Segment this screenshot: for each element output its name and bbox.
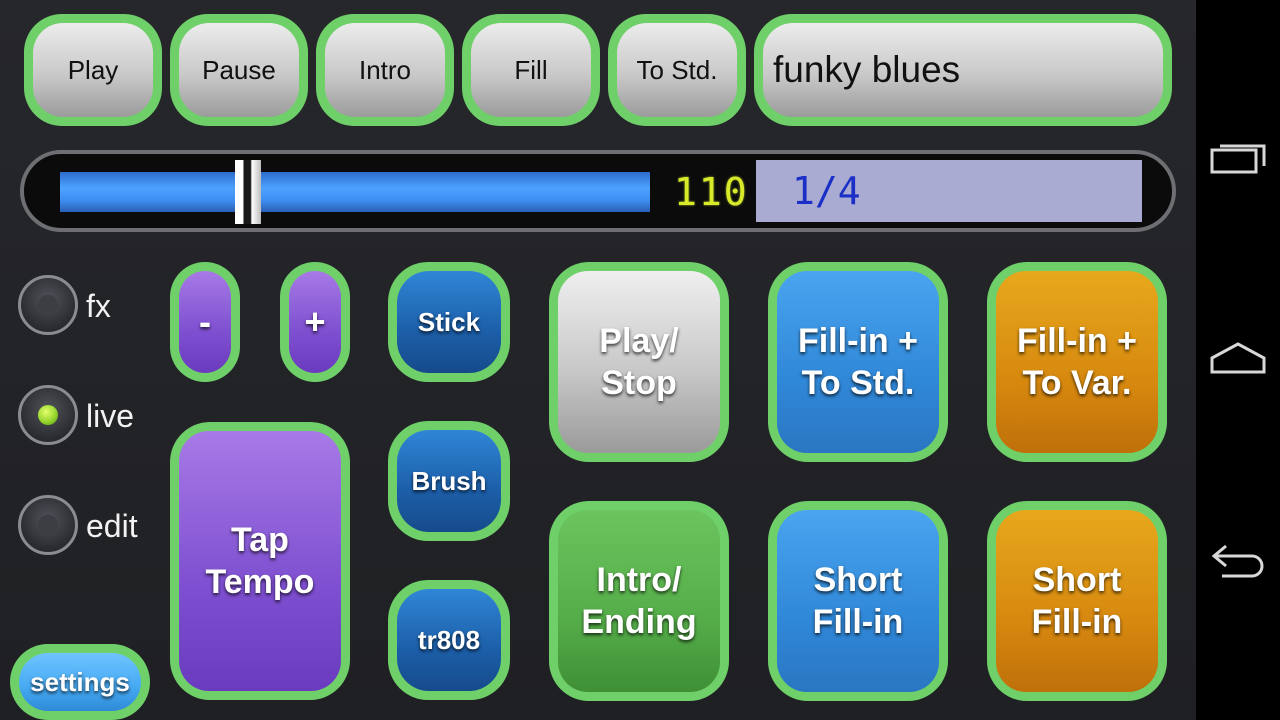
- beat-display: 1/4: [756, 160, 1142, 222]
- style-name: funky blues: [763, 23, 1163, 117]
- edit-radio[interactable]: [18, 495, 78, 555]
- tap-tempo-line2: Tempo: [205, 563, 315, 601]
- edit-radio-indicator: [38, 515, 58, 535]
- play-button[interactable]: Play: [24, 14, 162, 126]
- play-button-label: Play: [33, 23, 153, 117]
- short-fill-in-var-face: Short Fill-in: [996, 510, 1158, 692]
- drum-machine-app: Play Pause Intro Fill To Std. funky blue…: [0, 0, 1196, 720]
- intro-button-label: Intro: [325, 23, 445, 117]
- fill-in-to-std-line2: To Std.: [801, 364, 915, 402]
- pause-button[interactable]: Pause: [170, 14, 308, 126]
- live-radio-indicator: [38, 405, 58, 425]
- back-button[interactable]: [1196, 520, 1280, 600]
- back-icon: [1211, 544, 1264, 578]
- tempo-slider-thumb[interactable]: [235, 160, 261, 224]
- brush-label: Brush: [397, 430, 501, 532]
- tap-tempo-line1: Tap: [231, 521, 289, 559]
- play-stop-pad[interactable]: Play/ Stop: [549, 262, 729, 462]
- brush-kit-button[interactable]: Brush: [388, 421, 510, 541]
- play-stop-line1: Play/: [599, 322, 679, 360]
- home-button[interactable]: [1196, 320, 1280, 400]
- intro-ending-line1: Intro/: [596, 561, 682, 599]
- home-icon: [1210, 342, 1266, 374]
- tr808-kit-button[interactable]: tr808: [388, 580, 510, 700]
- short-fill-in-var-line2: Fill-in: [1031, 603, 1123, 641]
- fx-radio[interactable]: [18, 275, 78, 335]
- fill-button[interactable]: Fill: [462, 14, 600, 126]
- intro-ending-line2: Ending: [581, 603, 697, 641]
- intro-ending-pad[interactable]: Intro/ Ending: [549, 501, 729, 701]
- beat-position: 1/4: [792, 169, 861, 213]
- play-stop-line2: Stop: [601, 364, 677, 402]
- fill-in-to-std-pad[interactable]: Fill-in + To Std.: [768, 262, 948, 462]
- settings-button[interactable]: settings: [10, 644, 150, 720]
- tempo-bar: 110 1/4: [20, 150, 1176, 232]
- stick-kit-button[interactable]: Stick: [388, 262, 510, 382]
- recent-apps-icon: [1210, 144, 1266, 174]
- fill-in-to-var-pad[interactable]: Fill-in + To Var.: [987, 262, 1167, 462]
- style-selector[interactable]: funky blues: [754, 14, 1172, 126]
- fx-radio-indicator: [38, 295, 58, 315]
- fx-label: fx: [86, 288, 111, 324]
- tr808-label: tr808: [397, 589, 501, 691]
- tempo-plus-label: +: [289, 271, 341, 373]
- short-fill-in-std-line2: Fill-in: [812, 603, 904, 641]
- pause-button-label: Pause: [179, 23, 299, 117]
- play-stop-face: Play/ Stop: [558, 271, 720, 453]
- edit-label: edit: [86, 508, 138, 544]
- fill-button-label: Fill: [471, 23, 591, 117]
- to-std-button-label: To Std.: [617, 23, 737, 117]
- tempo-minus-label: -: [179, 271, 231, 373]
- system-navigation-bar: [1196, 0, 1280, 720]
- bpm-display: 110: [674, 170, 749, 214]
- stick-label: Stick: [397, 271, 501, 373]
- short-fill-in-std-pad[interactable]: Short Fill-in: [768, 501, 948, 701]
- to-std-button[interactable]: To Std.: [608, 14, 746, 126]
- tempo-minus-button[interactable]: -: [170, 262, 240, 382]
- fill-in-to-std-face: Fill-in + To Std.: [777, 271, 939, 453]
- short-fill-in-var-line1: Short: [1032, 561, 1122, 599]
- short-fill-in-var-pad[interactable]: Short Fill-in: [987, 501, 1167, 701]
- tap-tempo-button[interactable]: Tap Tempo: [170, 422, 350, 700]
- fill-in-to-var-line1: Fill-in +: [1017, 322, 1137, 360]
- tempo-plus-button[interactable]: +: [280, 262, 350, 382]
- short-fill-in-std-face: Short Fill-in: [777, 510, 939, 692]
- fill-in-to-std-line1: Fill-in +: [798, 322, 918, 360]
- fill-in-to-var-line2: To Var.: [1022, 364, 1132, 402]
- settings-label: settings: [19, 653, 141, 711]
- short-fill-in-std-line1: Short: [813, 561, 903, 599]
- live-label: live: [86, 398, 135, 434]
- intro-button[interactable]: Intro: [316, 14, 454, 126]
- intro-ending-face: Intro/ Ending: [558, 510, 720, 692]
- fill-in-to-var-face: Fill-in + To Var.: [996, 271, 1158, 453]
- live-radio[interactable]: [18, 385, 78, 445]
- tap-tempo-face: Tap Tempo: [179, 431, 341, 691]
- tempo-slider[interactable]: [60, 160, 650, 224]
- recent-apps-button[interactable]: [1196, 120, 1280, 200]
